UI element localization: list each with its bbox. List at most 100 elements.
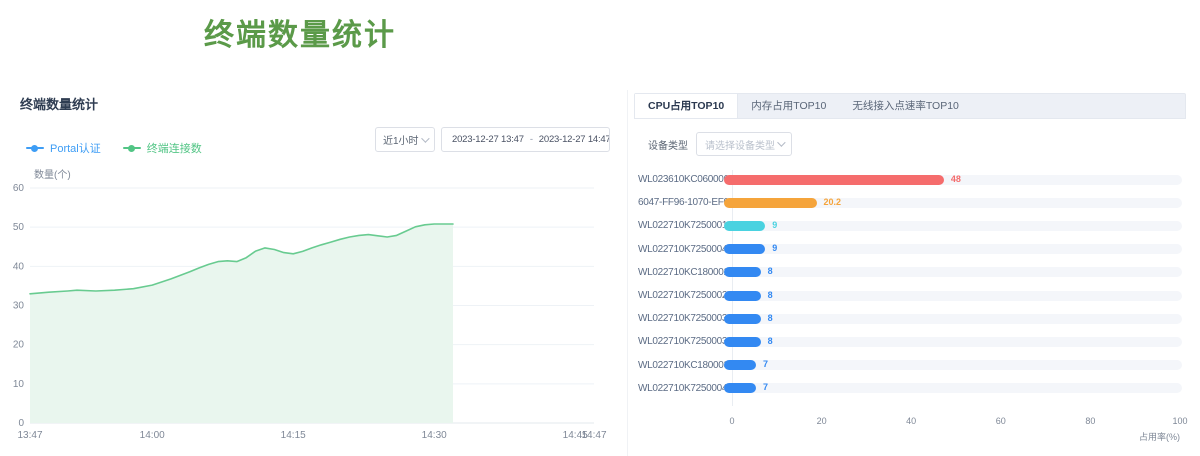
device-name-label: WL022710K725000409	[638, 244, 724, 255]
bar-value-label: 48	[951, 174, 961, 184]
bar-track: 7	[724, 360, 1182, 370]
x-axis-name: 占用率(%)	[732, 430, 1180, 443]
line-chart-title: 终端数量统计	[20, 94, 98, 113]
tab-memory-top10[interactable]: 内存占用TOP10	[738, 94, 839, 118]
device-name-label: WL022710K725000307	[638, 313, 724, 324]
device-type-placeholder: 请选择设备类型	[705, 137, 775, 152]
device-name-label: 6047-FF96-1070-EF0A	[638, 197, 724, 208]
time-range-select-value: 近1小时	[383, 132, 419, 147]
bar-track: 8	[724, 267, 1182, 277]
bar-value-label: 9	[772, 220, 777, 230]
y-tick-label: 40	[13, 261, 25, 272]
bar-chart-x-axis: 020406080100	[732, 416, 1180, 428]
bar-row: WL022710K725000102 9	[638, 214, 1182, 237]
bar-fill	[724, 221, 765, 231]
device-name-label: WL022710KC18000280	[638, 267, 724, 278]
terminal-count-panel: 终端数量统计 终端数量统计 近1小时 2023-12-27 13:47 - 20…	[0, 0, 622, 456]
device-type-select[interactable]: 请选择设备类型	[696, 132, 792, 156]
bar-track: 7	[724, 383, 1182, 393]
bar-x-tick-label: 60	[996, 416, 1006, 426]
bar-value-label: 8	[768, 266, 773, 276]
bar-track: 9	[724, 221, 1182, 231]
x-tick-label: 14:15	[281, 430, 306, 441]
date-start: 2023-12-27 13:47	[452, 134, 524, 145]
bar-value-label: 7	[763, 359, 768, 369]
bar-value-label: 8	[768, 313, 773, 323]
device-name-label: WL022710K725000369	[638, 336, 724, 347]
bar-fill	[724, 198, 817, 208]
device-name-label: WL022710KC18000372	[638, 360, 724, 371]
date-separator: -	[528, 134, 535, 145]
bar-x-tick-label: 40	[906, 416, 916, 426]
device-type-filter: 设备类型 请选择设备类型	[648, 132, 792, 156]
bar-row: WL022710K725000409 9	[638, 238, 1182, 261]
bar-value-label: 8	[768, 290, 773, 300]
bar-value-label: 8	[768, 336, 773, 346]
bar-row: WL022710K725000470 7	[638, 377, 1182, 400]
area-fill	[30, 224, 453, 423]
legend-marker-portal-icon	[26, 147, 44, 149]
bar-x-tick-label: 80	[1085, 416, 1095, 426]
bar-row: WL022710K725000307 8	[638, 307, 1182, 330]
x-tick-label: 13:47	[17, 430, 42, 441]
legend-marker-connections-icon	[123, 147, 141, 149]
bar-x-tick-label: 0	[729, 416, 734, 426]
legend-label-connections: 终端连接数	[147, 140, 202, 156]
bar-track: 9	[724, 244, 1182, 254]
device-name-label: WL022710K725000272	[638, 290, 724, 301]
bar-row: WL022710KC18000372 7	[638, 354, 1182, 377]
bar-fill	[724, 360, 756, 370]
bar-fill	[724, 267, 761, 277]
y-tick-label: 60	[13, 183, 25, 194]
y-tick-label: 50	[13, 222, 25, 233]
bar-row: 6047-FF96-1070-EF0A 20.2	[638, 191, 1182, 214]
cpu-top10-bar-chart: WL023610KC0600004348 6047-FF96-1070-EF0A 2…	[638, 168, 1182, 400]
date-range-picker[interactable]: 2023-12-27 13:47 - 2023-12-27 14:47	[441, 127, 610, 152]
bar-fill	[724, 337, 761, 347]
tab-cpu-top10[interactable]: CPU占用TOP10	[635, 94, 738, 118]
bar-row: WL022710KC18000280 8	[638, 261, 1182, 284]
device-name-label: WL022710K725000102	[638, 220, 724, 231]
chevron-down-icon	[777, 138, 785, 146]
y-tick-label: 20	[13, 340, 25, 351]
legend-item-connections[interactable]: 终端连接数	[123, 140, 202, 156]
bar-track: 20.2	[724, 198, 1182, 208]
device-type-label: 设备类型	[648, 137, 688, 152]
dashboard: 终端数量统计 终端数量统计 近1小时 2023-12-27 13:47 - 20…	[0, 0, 1200, 456]
performance-tabs: CPU占用TOP10 内存占用TOP10 无线接入点速率TOP10	[634, 93, 1186, 119]
left-section-heading: 终端数量统计	[0, 10, 600, 54]
bar-fill	[724, 314, 761, 324]
bar-value-label: 20.2	[824, 197, 842, 207]
chevron-down-icon	[421, 134, 429, 142]
bar-fill	[724, 291, 761, 301]
bar-track: 8	[724, 337, 1182, 347]
bar-row: WL022710K725000272 8	[638, 284, 1182, 307]
bar-track: 8	[724, 314, 1182, 324]
y-tick-label: 10	[13, 379, 25, 390]
line-area-chart: 010203040506013:4714:0014:1514:3014:4514…	[0, 160, 615, 452]
bar-value-label: 7	[763, 382, 768, 392]
device-name-label: WL022710K725000470	[638, 383, 724, 394]
x-tick-label: 14:00	[140, 430, 165, 441]
bar-track: 48	[724, 175, 1182, 185]
bar-x-tick-label: 20	[817, 416, 827, 426]
date-end: 2023-12-27 14:47	[539, 134, 610, 145]
x-tick-label: 14:47	[581, 430, 606, 441]
line-chart-legend: Portal认证 终端连接数	[26, 140, 202, 156]
legend-label-portal: Portal认证	[50, 140, 101, 156]
bar-fill	[724, 383, 756, 393]
time-range-select[interactable]: 近1小时	[375, 127, 435, 152]
tab-wireless-rate-top10[interactable]: 无线接入点速率TOP10	[839, 94, 972, 118]
bar-value-label: 9	[772, 243, 777, 253]
legend-item-portal[interactable]: Portal认证	[26, 140, 101, 156]
bar-x-tick-label: 100	[1172, 416, 1187, 426]
bar-fill	[724, 175, 944, 185]
x-tick-label: 14:30	[422, 430, 447, 441]
bar-row: WL022710K725000369 8	[638, 330, 1182, 353]
bar-track: 8	[724, 291, 1182, 301]
bar-fill	[724, 244, 765, 254]
device-performance-panel: 设备性能统计 CPU占用TOP10 内存占用TOP10 无线接入点速率TOP10…	[630, 0, 1190, 456]
bar-row: WL023610KC0600004348	[638, 168, 1182, 191]
panel-divider	[627, 90, 628, 456]
y-tick-label: 30	[13, 301, 25, 312]
